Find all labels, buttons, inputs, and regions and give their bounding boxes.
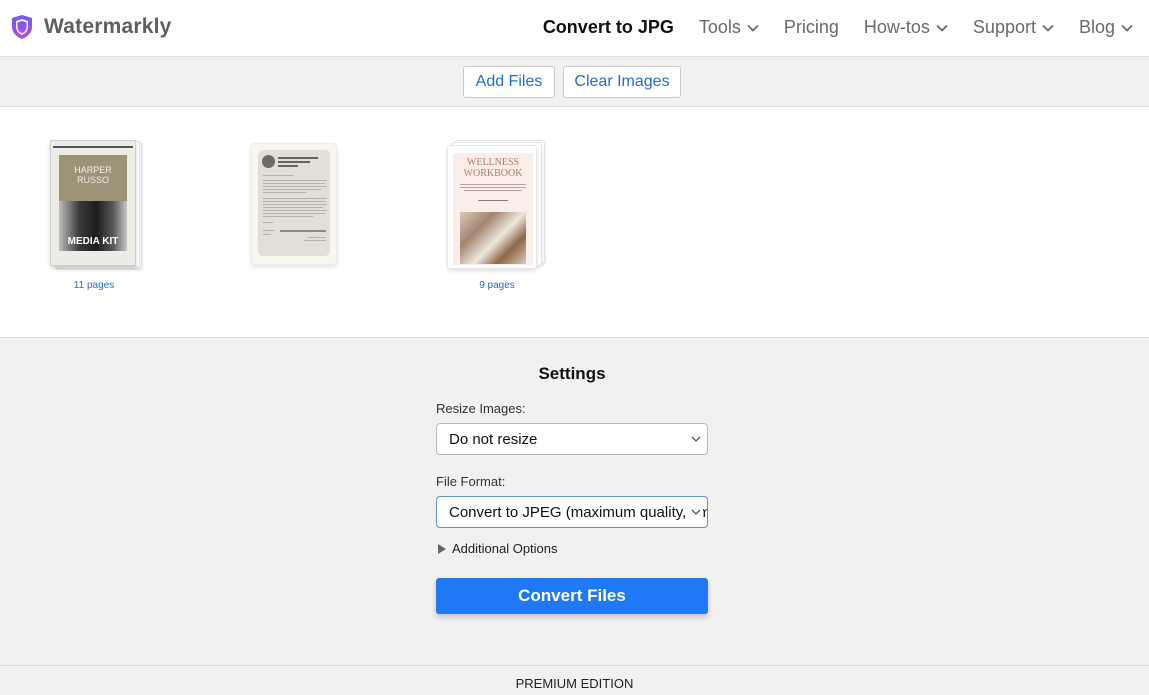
- letterhead-seal: [262, 155, 275, 168]
- file-thumbnails-area: HARPER RUSSO MEDIA KIT 11 pages WELLNESS…: [0, 107, 1149, 338]
- add-files-button[interactable]: Add Files: [463, 66, 555, 98]
- nav-label: Tools: [698, 17, 741, 37]
- media-kit-cover: HARPER RUSSO MEDIA KIT: [50, 140, 136, 266]
- nav-label: Blog: [1078, 17, 1115, 37]
- nav-pricing[interactable]: Pricing: [784, 17, 839, 38]
- clear-images-button[interactable]: Clear Images: [563, 66, 681, 98]
- nav-support[interactable]: Support: [973, 17, 1054, 38]
- chevron-down-icon: [1121, 24, 1133, 32]
- main-nav: Convert to JPG Tools Pricing How-tos Sup…: [518, 17, 1133, 38]
- top-navigation-bar: Watermarkly Convert to JPG Tools Pricing…: [0, 0, 1149, 57]
- nav-label: Convert to JPG: [542, 17, 674, 37]
- text-line: [263, 186, 327, 187]
- text-line: [263, 230, 275, 231]
- letterhead-line: [278, 165, 298, 167]
- file-thumbnail[interactable]: WELLNESS WORKBOOK: [447, 140, 547, 269]
- file-format-value: Convert to JPEG (maximum quality, smalle…: [449, 504, 707, 521]
- file-format-label: File Format:: [436, 474, 506, 489]
- page-count-link[interactable]: 9 pages: [447, 280, 547, 291]
- chevron-down-icon: [747, 24, 759, 32]
- cover-top-rule: [53, 146, 133, 148]
- cover-title-line: RUSSO: [76, 175, 109, 185]
- text-line: [263, 192, 307, 193]
- cover-photo: [460, 212, 526, 264]
- letterhead-line: [278, 157, 318, 159]
- brand-logo-link[interactable]: Watermarkly: [10, 14, 171, 40]
- text-line: [263, 213, 325, 214]
- chevron-down-icon: [936, 24, 948, 32]
- chevron-down-icon: [689, 497, 703, 527]
- author-line: [478, 200, 508, 201]
- additional-options-label: Additional Options: [452, 541, 558, 556]
- text-line: [263, 216, 313, 217]
- nav-tools[interactable]: Tools: [699, 17, 759, 38]
- shield-logo-icon: [12, 15, 32, 39]
- file-toolbar: Add Files Clear Images: [0, 57, 1149, 107]
- file-thumbnail[interactable]: HARPER RUSSO MEDIA KIT: [44, 140, 144, 269]
- cover-title-line: HARPER: [74, 165, 112, 175]
- resize-value: Do not resize: [449, 431, 538, 448]
- additional-options-toggle[interactable]: Additional Options: [436, 541, 708, 556]
- signature-bar: [280, 230, 326, 232]
- text-line: [460, 187, 526, 188]
- file-item-media-kit[interactable]: HARPER RUSSO MEDIA KIT 11 pages: [44, 140, 144, 291]
- nav-how-tos[interactable]: How-tos: [864, 17, 948, 38]
- cover-overlay-text: MEDIA KIT: [67, 236, 119, 247]
- text-line: [263, 180, 327, 181]
- resize-select[interactable]: Do not resize: [436, 423, 708, 455]
- text-line: [263, 183, 325, 184]
- text-line: [263, 234, 271, 235]
- footer: PREMIUM EDITION: [0, 665, 1149, 695]
- text-line: [263, 201, 326, 202]
- file-format-select[interactable]: Convert to JPEG (maximum quality, smalle…: [436, 496, 708, 528]
- cover-title-block: HARPER RUSSO: [59, 155, 127, 201]
- text-line: [460, 184, 526, 185]
- text-line: [263, 175, 293, 176]
- letter-body: [258, 150, 330, 256]
- settings-title: Settings: [538, 364, 606, 383]
- text-line: [263, 198, 327, 199]
- text-line: [263, 210, 327, 211]
- file-thumbnail[interactable]: [251, 140, 337, 268]
- cover-title-line: WELLNESS: [466, 157, 520, 168]
- text-line: [308, 237, 326, 238]
- convert-files-button[interactable]: Convert Files: [436, 578, 708, 614]
- nav-convert-to-jpg[interactable]: Convert to JPG: [543, 17, 674, 38]
- settings-panel: Settings Resize Images: Do not resize Fi…: [436, 364, 708, 614]
- nav-label: Support: [972, 17, 1036, 37]
- cover-title-line: WORKBOOK: [463, 168, 523, 179]
- nav-label: Pricing: [783, 17, 839, 37]
- resize-label: Resize Images:: [436, 401, 526, 416]
- edition-label: PREMIUM EDITION: [515, 676, 634, 691]
- chevron-down-icon: [1042, 24, 1054, 32]
- wellness-cover: WELLNESS WORKBOOK: [447, 145, 537, 269]
- nav-blog[interactable]: Blog: [1079, 17, 1133, 38]
- brand-name: Watermarkly: [44, 15, 172, 38]
- letterhead-line: [278, 161, 310, 163]
- text-line: [263, 222, 273, 223]
- disclosure-triangle-icon: [438, 543, 446, 554]
- cover-title: WELLNESS WORKBOOK: [453, 157, 533, 179]
- file-item-letter[interactable]: [251, 140, 337, 280]
- text-line: [263, 189, 321, 190]
- chevron-down-icon: [689, 424, 703, 454]
- nav-label: How-tos: [863, 17, 930, 37]
- text-line: [263, 207, 323, 208]
- text-line: [263, 204, 327, 205]
- text-line: [464, 190, 522, 191]
- letter-page: [251, 143, 337, 265]
- file-item-wellness-workbook[interactable]: WELLNESS WORKBOOK 9 pages: [447, 140, 547, 291]
- page-count-link[interactable]: 11 pages: [44, 280, 144, 291]
- text-line: [304, 240, 326, 241]
